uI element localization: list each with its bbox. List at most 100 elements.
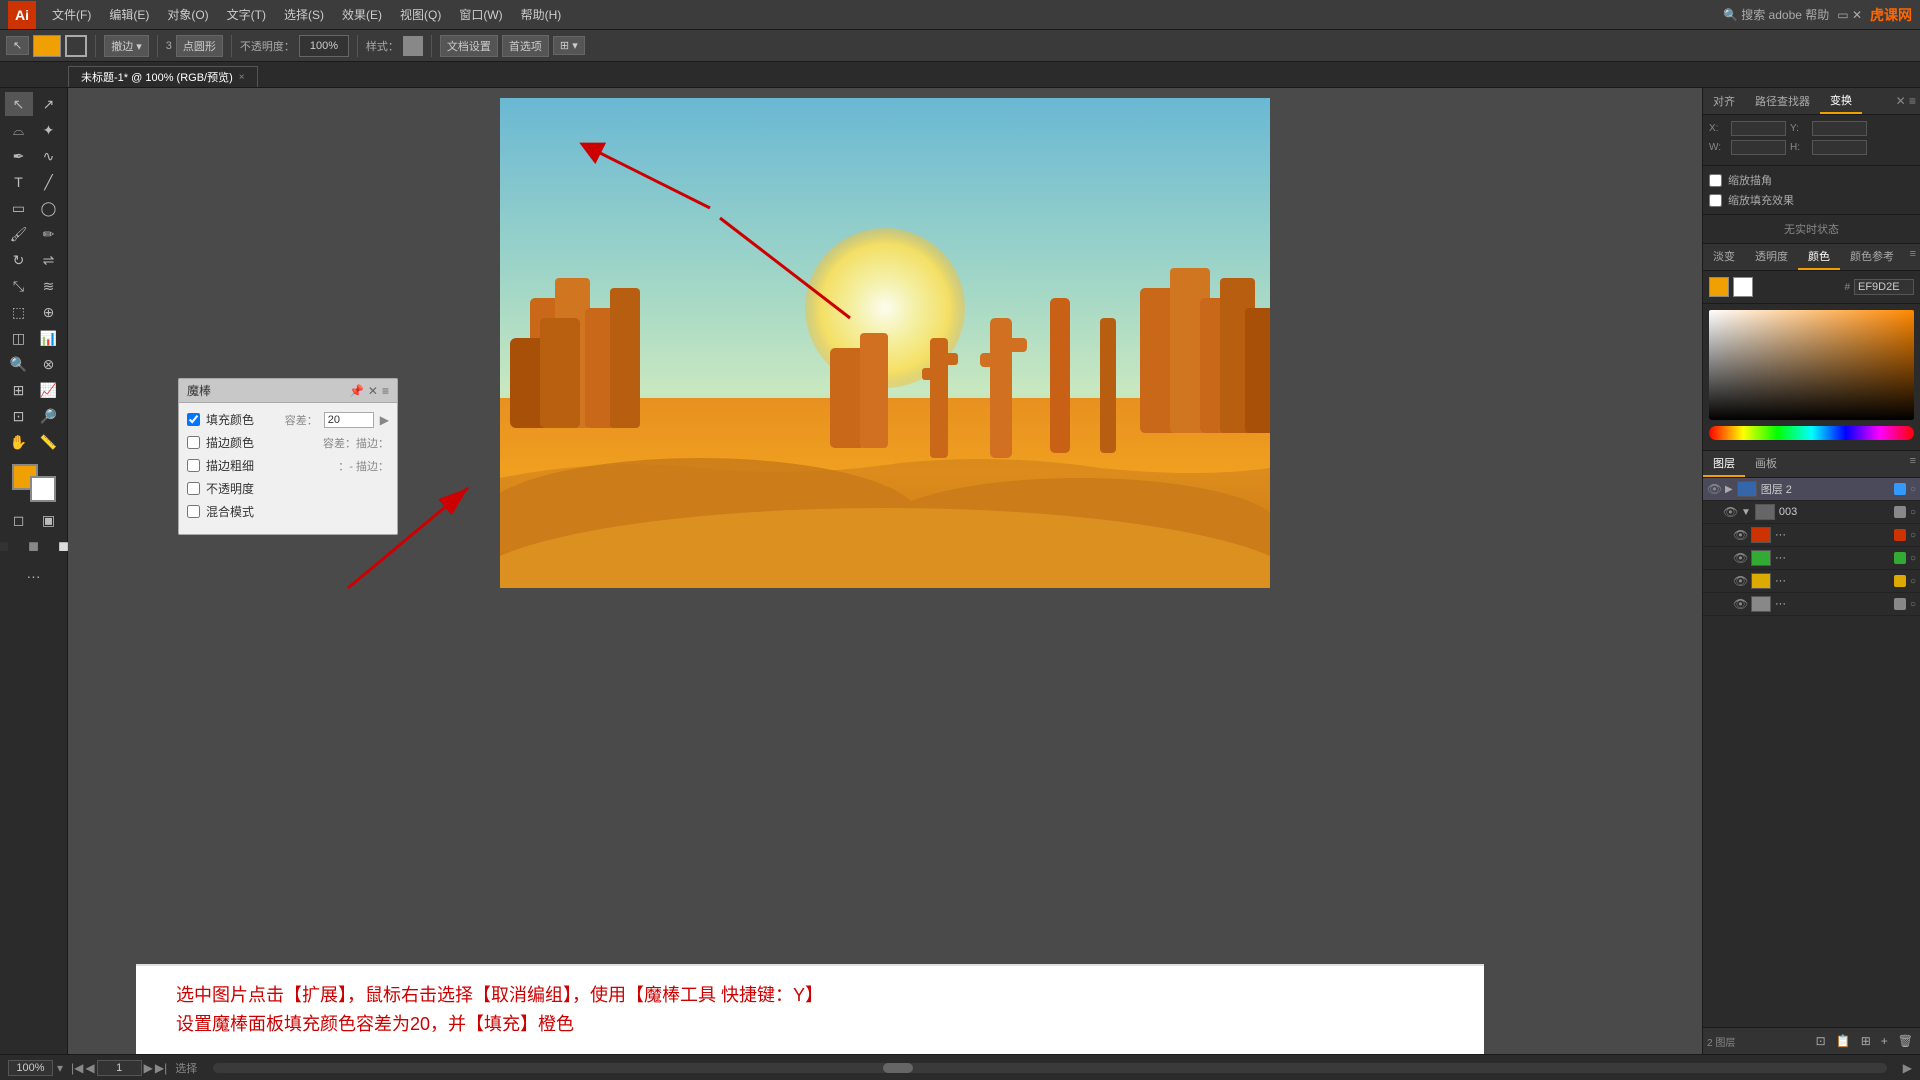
first-page-btn[interactable]: |◀	[71, 1061, 83, 1075]
menu-object[interactable]: 对象(O)	[159, 4, 216, 25]
direct-select-tool[interactable]: ↗	[35, 92, 63, 116]
stroke-weight-checkbox[interactable]	[187, 459, 200, 472]
color-gradient-picker[interactable]	[1709, 310, 1914, 420]
layer-item-2[interactable]: 👁 ▶ 图层 2 ○	[1703, 478, 1920, 501]
paintbrush-tool[interactable]: 🖌	[5, 222, 33, 246]
layer-item-yellow[interactable]: 👁 ··· ○	[1703, 570, 1920, 593]
type-tool[interactable]: T	[5, 170, 33, 194]
stroke-color-checkbox[interactable]	[187, 436, 200, 449]
background-color[interactable]	[30, 476, 56, 502]
pencil-tool[interactable]: ✏	[35, 222, 63, 246]
opacity-checkbox[interactable]	[187, 482, 200, 495]
color-guide-tab[interactable]: 颜色参考	[1840, 244, 1904, 270]
menu-view[interactable]: 视图(Q)	[392, 4, 449, 25]
ellipse-tool[interactable]: ◯	[35, 196, 63, 220]
layer-item-green[interactable]: 👁 ··· ○	[1703, 547, 1920, 570]
layers-tab[interactable]: 图层	[1703, 451, 1745, 477]
make-layer-btn[interactable]: ⊞	[1858, 1032, 1874, 1050]
menu-edit[interactable]: 编辑(E)	[101, 4, 157, 25]
layer-item-gray[interactable]: 👁 ··· ○	[1703, 593, 1920, 616]
menu-text[interactable]: 文字(T)	[219, 4, 274, 25]
fill-color-box[interactable]	[33, 35, 61, 57]
doc-settings-btn[interactable]: 文档设置	[440, 35, 498, 57]
menu-file[interactable]: 文件(F)	[44, 4, 99, 25]
color-panel-menu[interactable]: ≡	[1906, 244, 1920, 270]
layer-item-red[interactable]: 👁 ··· ○	[1703, 524, 1920, 547]
zoom-input[interactable]	[8, 1060, 53, 1076]
panel-pin-btn[interactable]: 📌	[349, 384, 364, 398]
layer-green-eye[interactable]: 👁	[1733, 551, 1747, 565]
brush-type-btn[interactable]: 点圆形	[176, 35, 223, 57]
menu-window[interactable]: 窗口(W)	[451, 4, 510, 25]
warp-tool[interactable]: ≋	[35, 274, 63, 298]
color-tab[interactable]: 颜色	[1798, 244, 1840, 270]
layer-003-eye[interactable]: 👁	[1723, 505, 1737, 519]
tool-option-btn[interactable]: 撤边 ▾	[104, 35, 149, 57]
dark-swatch[interactable]: ■	[0, 534, 18, 558]
pen-tool[interactable]: ✒	[5, 144, 33, 168]
stroke-color-box[interactable]	[65, 35, 87, 57]
swatch-tab[interactable]: 淡变	[1703, 244, 1745, 270]
status-scrollbar[interactable]	[213, 1063, 1887, 1073]
locate-layer-btn[interactable]: ⊡	[1813, 1032, 1829, 1050]
page-input[interactable]	[97, 1060, 142, 1076]
arrange-btn[interactable]: ⊞ ▾	[553, 36, 585, 55]
lasso-tool[interactable]: ⌓	[5, 118, 33, 142]
panel-close-icon[interactable]: ✕ ≡	[1892, 90, 1920, 112]
artboard-tool[interactable]: ⊡	[5, 404, 33, 428]
make-clipping-btn[interactable]: 📋	[1833, 1032, 1854, 1050]
measure-tool[interactable]: 📏	[35, 430, 63, 454]
panel-close-btn[interactable]: ✕	[368, 384, 378, 398]
foreground-swatch[interactable]	[1709, 277, 1729, 297]
pathfinder-tab[interactable]: 路径查找器	[1745, 89, 1820, 113]
background-swatch[interactable]	[1733, 277, 1753, 297]
scale-effects-cb[interactable]	[1709, 194, 1722, 207]
chart-tool[interactable]: 📊	[35, 326, 63, 350]
magic-wand-tool[interactable]: ✦	[35, 118, 63, 142]
layer-2-eye[interactable]: 👁	[1707, 482, 1721, 496]
expand-btn[interactable]: ▶	[380, 413, 389, 427]
layer-yellow-eye[interactable]: 👁	[1733, 574, 1747, 588]
selection-tool[interactable]: ↖	[5, 92, 33, 116]
style-color-box[interactable]	[403, 36, 423, 56]
h-input[interactable]	[1812, 140, 1867, 155]
free-transform-tool[interactable]: ⬚	[5, 300, 33, 324]
blend-tool[interactable]: ⊗	[35, 352, 63, 376]
tolerance-input[interactable]	[324, 412, 374, 428]
hex-input[interactable]	[1854, 279, 1914, 295]
layer-red-eye[interactable]: 👁	[1733, 528, 1747, 542]
last-page-btn[interactable]: ▶|	[155, 1061, 167, 1075]
layer-2-expand[interactable]: ▶	[1725, 484, 1733, 495]
layer-item-003[interactable]: 👁 ▼ 003 ○	[1703, 501, 1920, 524]
mid-swatch[interactable]: ■	[20, 534, 48, 558]
blend-mode-checkbox[interactable]	[187, 505, 200, 518]
x-input[interactable]	[1731, 121, 1786, 136]
more-tools[interactable]: ···	[20, 564, 48, 588]
transform-tab[interactable]: 变换	[1820, 88, 1862, 114]
rect-tool[interactable]: ▭	[5, 196, 33, 220]
scroll-right-btn[interactable]: ▶	[1903, 1061, 1912, 1075]
fill-color-checkbox[interactable]	[187, 413, 200, 426]
eyedropper-tool[interactable]: 🔍	[5, 352, 33, 376]
layer-003-expand[interactable]: ▼	[1741, 507, 1751, 518]
opacity-input[interactable]	[299, 35, 349, 57]
prev-page-btn[interactable]: ◀	[85, 1061, 94, 1075]
transparency-tab[interactable]: 透明度	[1745, 244, 1798, 270]
reflect-tool[interactable]: ⇌	[35, 248, 63, 272]
symbol-tool[interactable]: ⊞	[5, 378, 33, 402]
gradient-tool[interactable]: ◫	[5, 326, 33, 350]
next-page-btn[interactable]: ▶	[144, 1061, 153, 1075]
normal-mode[interactable]: ◻	[5, 508, 33, 532]
layer-gray-eye[interactable]: 👁	[1733, 597, 1747, 611]
rotate-tool[interactable]: ↻	[5, 248, 33, 272]
zoom-dropdown-btn[interactable]: ▾	[57, 1061, 63, 1075]
artboard-tab[interactable]: 画板	[1745, 451, 1787, 477]
scale-strokes-cb[interactable]	[1709, 174, 1722, 187]
menu-select[interactable]: 选择(S)	[276, 4, 332, 25]
align-tab[interactable]: 对齐	[1703, 89, 1745, 113]
screen-mode[interactable]: ▣	[35, 508, 63, 532]
hand-tool[interactable]: ✋	[5, 430, 33, 454]
zoom-tool[interactable]: 🔎	[35, 404, 63, 428]
w-input[interactable]	[1731, 140, 1786, 155]
document-tab[interactable]: 未标题-1* @ 100% (RGB/预览) ×	[68, 66, 258, 87]
